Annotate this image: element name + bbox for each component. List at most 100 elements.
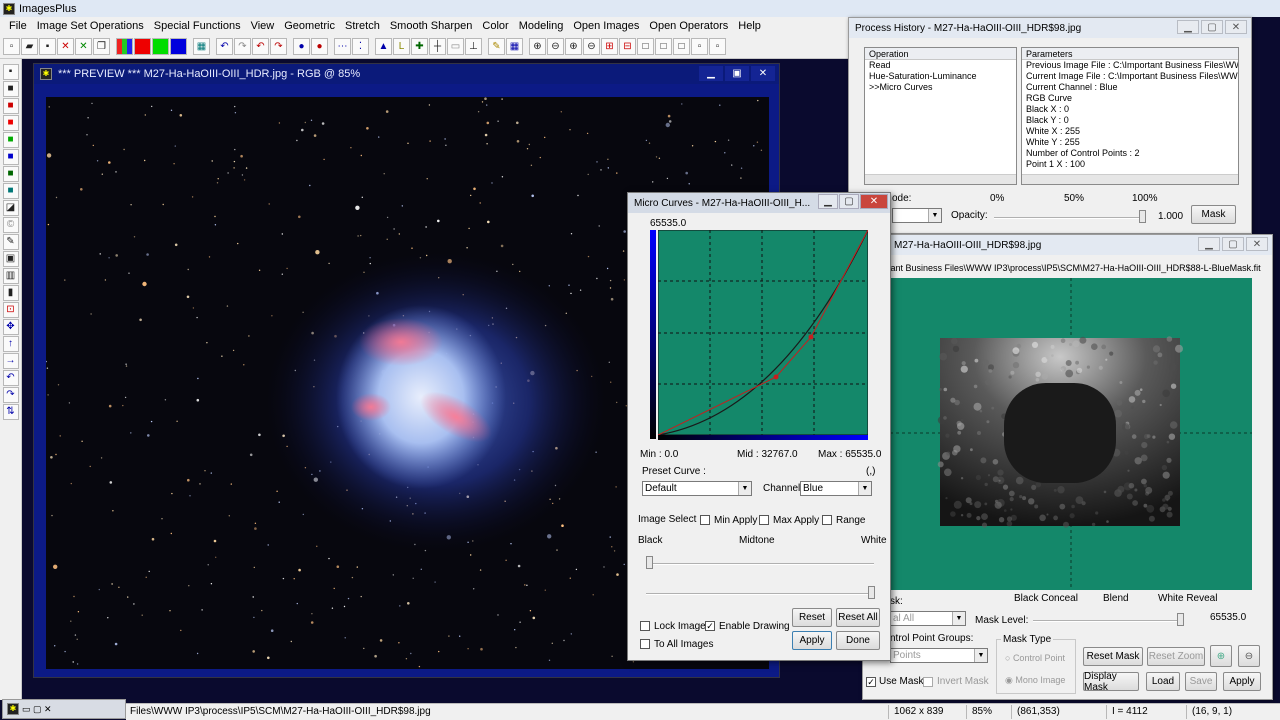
- min-apply-checkbox[interactable]: [700, 515, 710, 525]
- mono-icon[interactable]: ◪: [2, 200, 19, 216]
- cyan-icon[interactable]: ■: [2, 183, 19, 199]
- zoom-fit-icon[interactable]: ⊕: [565, 38, 582, 55]
- menu-file[interactable]: File: [4, 20, 32, 32]
- undo-all-icon[interactable]: ↶: [252, 38, 269, 55]
- new-file-icon[interactable]: ▫: [3, 38, 20, 55]
- parameters-list[interactable]: Parameters Previous Image File : C:\Impo…: [1021, 47, 1239, 185]
- rotate-right-icon[interactable]: ↷: [2, 387, 19, 403]
- menu-stretch[interactable]: Stretch: [340, 20, 385, 32]
- opacity-slider[interactable]: [994, 217, 1144, 219]
- crosshair-plus-icon[interactable]: ✚: [411, 38, 428, 55]
- frame-3-icon[interactable]: □: [673, 38, 690, 55]
- menu-color[interactable]: Color: [477, 20, 513, 32]
- frame-1-icon[interactable]: □: [637, 38, 654, 55]
- crosshair-icon[interactable]: ┼: [429, 38, 446, 55]
- zoom-out-icon[interactable]: ⊖: [1238, 645, 1260, 667]
- frame-2-icon[interactable]: □: [655, 38, 672, 55]
- mode-select[interactable]: ▼: [892, 208, 942, 223]
- control-point-groups-select[interactable]: Points ▼: [890, 648, 988, 663]
- range-checkbox[interactable]: [822, 515, 832, 525]
- lock-image-checkbox[interactable]: [640, 621, 650, 631]
- mono-image-radio[interactable]: ◉ Mono Image: [1005, 675, 1065, 686]
- menu-open-operators[interactable]: Open Operators: [644, 20, 733, 32]
- menu-geometric[interactable]: Geometric: [279, 20, 340, 32]
- flip-icon[interactable]: ⇅: [2, 404, 19, 420]
- apply-button[interactable]: Apply: [792, 631, 832, 650]
- red-black-icon[interactable]: ■: [2, 98, 19, 114]
- select-icon[interactable]: ▭: [447, 38, 464, 55]
- subtract-icon[interactable]: ⊟: [619, 38, 636, 55]
- close-all-icon[interactable]: ✕: [75, 38, 92, 55]
- mask-preview[interactable]: [890, 278, 1252, 590]
- zoom-out-icon[interactable]: ⊖: [547, 38, 564, 55]
- dots-icon[interactable]: ⋯: [334, 38, 351, 55]
- save-image-icon[interactable]: ▪: [2, 64, 19, 80]
- blue-icon[interactable]: ■: [2, 149, 19, 165]
- opacity-thumb[interactable]: [1139, 210, 1146, 223]
- minimize-icon[interactable]: ▁: [699, 66, 723, 81]
- levels-icon[interactable]: L: [393, 38, 410, 55]
- close-icon[interactable]: ✕: [1225, 20, 1247, 34]
- zoom-icon[interactable]: ⊕: [529, 38, 546, 55]
- enable-drawing-checkbox[interactable]: ✓: [705, 621, 715, 631]
- range-slider-top[interactable]: [646, 563, 874, 565]
- save-button[interactable]: Save: [1185, 672, 1217, 691]
- channel-select[interactable]: Blue ▼: [800, 481, 872, 496]
- black-point-thumb[interactable]: [646, 556, 653, 569]
- frame-4-icon[interactable]: ▫: [691, 38, 708, 55]
- curve-graph[interactable]: [658, 230, 868, 440]
- minimize-icon[interactable]: ▁: [818, 194, 838, 209]
- frame-5-icon[interactable]: ▫: [709, 38, 726, 55]
- close-icon[interactable]: ✕: [860, 194, 888, 209]
- rgb-channels-icon[interactable]: [116, 38, 133, 55]
- reset-all-button[interactable]: Reset All: [836, 608, 880, 627]
- maximize-icon[interactable]: ▢: [1201, 20, 1223, 34]
- reset-button[interactable]: Reset: [792, 608, 832, 627]
- redo-all-icon[interactable]: ↷: [270, 38, 287, 55]
- apply-mask-button[interactable]: Apply: [1223, 672, 1261, 691]
- blue-channel-icon[interactable]: [170, 38, 187, 55]
- preview-titlebar[interactable]: ✱ *** PREVIEW *** M27-Ha-HaOIII-OIII_HDR…: [34, 64, 779, 84]
- close-icon[interactable]: ✕: [751, 66, 775, 81]
- black-icon[interactable]: ■: [2, 81, 19, 97]
- load-button[interactable]: Load: [1146, 672, 1180, 691]
- close-icon[interactable]: ✕: [57, 38, 74, 55]
- menu-smooth-sharpen[interactable]: Smooth Sharpen: [385, 20, 478, 32]
- use-mask-checkbox[interactable]: ✓: [866, 677, 876, 687]
- to-all-images-checkbox[interactable]: [640, 639, 650, 649]
- rotate-left-icon[interactable]: ↶: [2, 370, 19, 386]
- display-mask-button[interactable]: Display Mask: [1083, 671, 1139, 693]
- grid-icon[interactable]: ▦: [193, 38, 210, 55]
- preset-curve-select[interactable]: Default ▼: [642, 481, 752, 496]
- green-channel-icon[interactable]: [152, 38, 169, 55]
- columns-icon[interactable]: ▥: [2, 268, 19, 284]
- zoom-actual-icon[interactable]: ⊖: [583, 38, 600, 55]
- minimize-icon[interactable]: ▁: [1198, 237, 1220, 251]
- menu-help[interactable]: Help: [733, 20, 766, 32]
- arrow-up-icon[interactable]: ↑: [2, 336, 19, 352]
- crop-icon[interactable]: ⊡: [2, 302, 19, 318]
- mask-level-thumb[interactable]: [1177, 613, 1184, 626]
- menu-view[interactable]: View: [246, 20, 280, 32]
- connect-icon[interactable]: ⁚: [352, 38, 369, 55]
- menu-open-images[interactable]: Open Images: [568, 20, 644, 32]
- control-point-1[interactable]: [773, 374, 779, 380]
- green-black-icon[interactable]: ■: [2, 166, 19, 182]
- menu-special-functions[interactable]: Special Functions: [149, 20, 246, 32]
- red-icon[interactable]: ■: [2, 115, 19, 131]
- done-button[interactable]: Done: [836, 631, 880, 650]
- green-icon[interactable]: ■: [2, 132, 19, 148]
- control-point-radio[interactable]: ○ Control Point: [1005, 653, 1065, 663]
- menu-modeling[interactable]: Modeling: [514, 20, 569, 32]
- reset-zoom-button[interactable]: Reset Zoom: [1147, 647, 1205, 666]
- close-icon[interactable]: ✕: [1246, 237, 1268, 251]
- pencil-icon[interactable]: ✎: [488, 38, 505, 55]
- bar-icon[interactable]: ▮: [2, 285, 19, 301]
- open-folder-icon[interactable]: ▰: [21, 38, 38, 55]
- restore-icon[interactable]: ▭ ▢ ✕: [22, 704, 52, 715]
- square-icon[interactable]: ▣: [2, 251, 19, 267]
- operation-item[interactable]: Read: [865, 60, 1016, 71]
- range-slider-bottom[interactable]: [646, 593, 874, 595]
- maximize-icon[interactable]: ▣: [725, 66, 749, 81]
- operation-item[interactable]: >>Micro Curves: [865, 82, 1016, 93]
